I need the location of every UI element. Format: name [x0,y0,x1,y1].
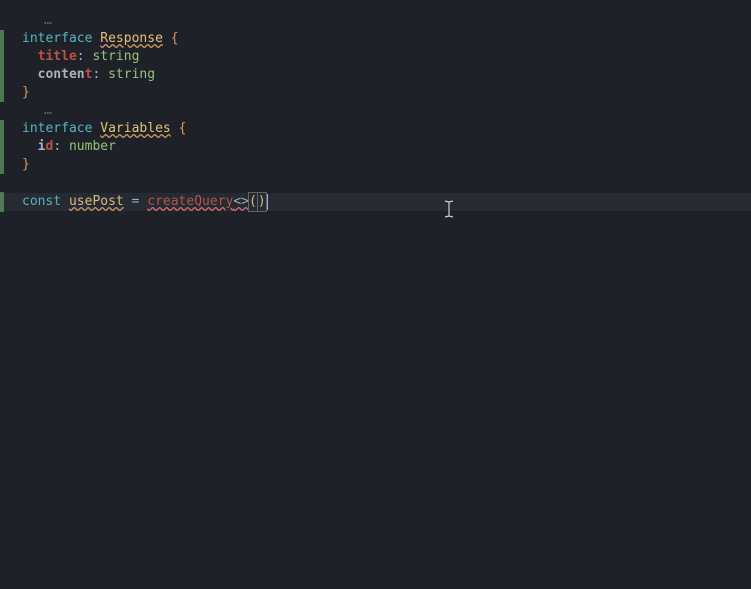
angle-brackets: <> [233,193,249,211]
gutter-added-icon [0,120,4,138]
code-line[interactable]: title: string [0,48,751,66]
text-cursor [267,194,268,210]
property-key: title [38,48,77,66]
gutter-added-icon [0,84,4,102]
code-line[interactable]: content: string [0,66,751,84]
keyword: const [22,193,61,211]
gutter-added-icon [0,48,4,66]
fold-marker-line: … [0,102,751,120]
brace: { [179,120,187,138]
identifier-variables: Variables [100,120,170,138]
fold-marker-line: … [0,12,751,30]
code-line[interactable]: interface Variables { [0,120,751,138]
brace: } [22,84,30,102]
gutter-added-icon [0,192,4,212]
function-call: createQuery [147,193,233,211]
code-line-current[interactable]: const usePost = createQuery<>() [0,192,751,212]
brace: { [171,30,179,48]
fold-ellipsis: … [22,102,52,120]
paren-close: ) [257,192,267,212]
brace: } [22,156,30,174]
keyword: interface [22,30,92,48]
code-line[interactable]: } [0,156,751,174]
type: string [92,48,139,66]
type: string [108,66,155,84]
code-line[interactable]: interface Response { [0,30,751,48]
fold-ellipsis: … [22,12,52,30]
keyword: interface [22,120,92,138]
code-line[interactable]: } [0,84,751,102]
gutter-added-icon [0,156,4,174]
identifier-usepost: usePost [69,193,124,211]
gutter-added-icon [0,30,4,48]
identifier-response: Response [100,30,163,48]
gutter-added-icon [0,66,4,84]
type: number [69,138,116,156]
code-line[interactable]: id: number [0,138,751,156]
blank-line[interactable] [0,174,751,192]
code-editor[interactable]: … interface Response { title: string con… [0,0,751,212]
gutter-added-icon [0,138,4,156]
